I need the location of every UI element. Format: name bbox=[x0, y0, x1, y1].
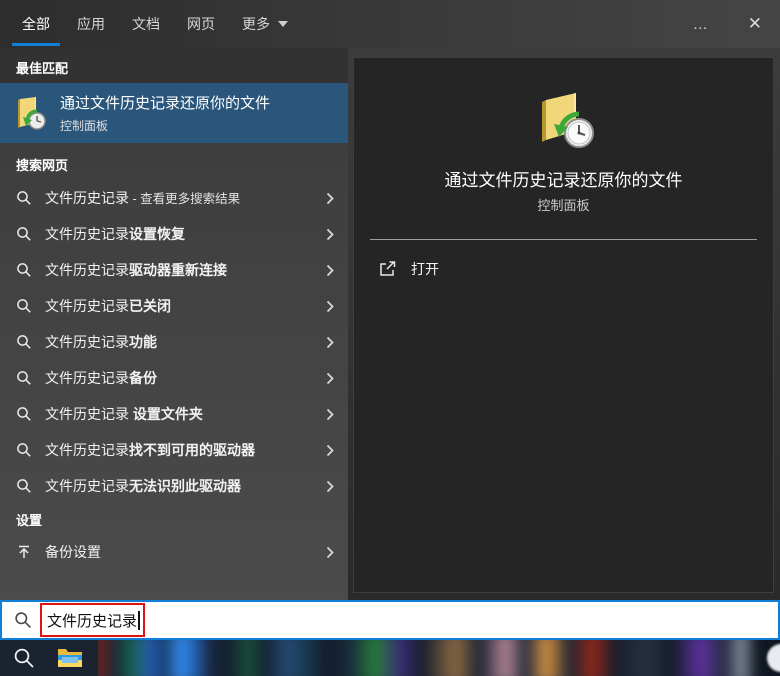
tab-list: 全部 应用 文档 网页 更多 bbox=[12, 0, 288, 48]
search-icon bbox=[14, 611, 32, 629]
insert-suggestion-button[interactable] bbox=[324, 296, 336, 317]
tab-all[interactable]: 全部 bbox=[12, 0, 60, 48]
file-explorer-icon bbox=[58, 649, 82, 667]
text-caret bbox=[138, 610, 141, 630]
tab-more-label: 更多 bbox=[242, 16, 270, 32]
insert-suggestion-button[interactable] bbox=[324, 188, 336, 209]
web-suggestion-row[interactable]: 文件历史记录找不到可用的驱动器 bbox=[0, 432, 348, 468]
search-icon bbox=[16, 334, 32, 350]
suggestion-text: 文件历史记录备份 bbox=[45, 370, 157, 386]
search-icon bbox=[16, 478, 32, 494]
taskbar-file-explorer-button[interactable] bbox=[48, 640, 92, 676]
web-suggestion-row[interactable]: 文件历史记录功能 bbox=[0, 324, 348, 360]
settings-header: 设置 bbox=[16, 513, 43, 528]
tab-selected-underline bbox=[12, 43, 60, 46]
search-icon bbox=[16, 406, 32, 422]
web-suggestion-row[interactable]: 文件历史记录设置恢复 bbox=[0, 216, 348, 252]
suggestion-text: 文件历史记录找不到可用的驱动器 bbox=[45, 442, 255, 458]
best-match-header: 最佳匹配 bbox=[16, 61, 69, 76]
preview-panel: 通过文件历史记录还原你的文件 控制面板 打开 bbox=[348, 48, 780, 600]
tab-more[interactable]: 更多 bbox=[242, 0, 288, 48]
results-panel: 最佳匹配 通过文件历史记录还原你的文件 控制面板 搜索网页 文件历史记录 - 查… bbox=[0, 48, 348, 600]
insert-suggestion-button[interactable] bbox=[324, 224, 336, 245]
insert-suggestion-button[interactable] bbox=[324, 368, 336, 389]
best-match-subtitle: 控制面板 bbox=[60, 119, 109, 133]
insert-suggestion-button[interactable] bbox=[324, 476, 336, 497]
suggestion-text: 备份设置 bbox=[45, 544, 101, 560]
settings-suggestion-row[interactable]: 备份设置 bbox=[0, 534, 348, 570]
search-icon bbox=[16, 442, 32, 458]
tab-web[interactable]: 网页 bbox=[187, 0, 215, 48]
preview-subtitle: 控制面板 bbox=[537, 198, 590, 213]
taskbar bbox=[0, 640, 780, 676]
file-history-folder-icon bbox=[542, 93, 594, 148]
backup-up-arrow-icon bbox=[16, 544, 32, 560]
blurred-taskbar-thumbnails bbox=[98, 640, 780, 676]
suggestion-text: 文件历史记录 - 查看更多搜索结果 bbox=[45, 190, 241, 206]
search-icon bbox=[16, 298, 32, 314]
tab-web-label: 网页 bbox=[187, 16, 215, 32]
web-suggestion-row[interactable]: 文件历史记录备份 bbox=[0, 360, 348, 396]
best-match-section: 最佳匹配 bbox=[0, 48, 348, 83]
suggestion-text: 文件历史记录驱动器重新连接 bbox=[45, 262, 227, 278]
search-icon bbox=[14, 648, 34, 668]
tab-documents[interactable]: 文档 bbox=[132, 0, 160, 48]
suggestion-text: 文件历史记录设置恢复 bbox=[45, 226, 185, 242]
chevron-down-icon bbox=[278, 21, 288, 27]
suggestion-text: 文件历史记录 设置文件夹 bbox=[45, 406, 203, 422]
open-action-label: 打开 bbox=[411, 261, 439, 277]
search-icon bbox=[16, 370, 32, 386]
insert-suggestion-button[interactable] bbox=[324, 440, 336, 461]
tab-apps-label: 应用 bbox=[77, 16, 105, 32]
insert-suggestion-button[interactable] bbox=[324, 542, 336, 563]
suggestion-text: 文件历史记录无法识别此驱动器 bbox=[45, 478, 241, 494]
close-button[interactable]: ✕ bbox=[738, 8, 772, 40]
web-suggestion-row[interactable]: 文件历史记录 - 查看更多搜索结果 bbox=[0, 180, 348, 216]
more-options-button[interactable]: … bbox=[679, 10, 724, 39]
tab-documents-label: 文档 bbox=[132, 16, 160, 32]
search-icon bbox=[16, 190, 32, 206]
open-external-icon bbox=[380, 261, 396, 276]
suggestion-text: 文件历史记录功能 bbox=[45, 334, 157, 350]
preview-card: 通过文件历史记录还原你的文件 控制面板 打开 bbox=[353, 57, 774, 593]
suggestion-list: 搜索网页 文件历史记录 - 查看更多搜索结果 文件历史记录设置恢复 文件历史记录… bbox=[0, 143, 348, 600]
insert-suggestion-button[interactable] bbox=[324, 404, 336, 425]
red-annotation-box: 文件历史记录 bbox=[40, 603, 146, 637]
best-match-title: 通过文件历史记录还原你的文件 bbox=[60, 95, 271, 112]
search-web-header: 搜索网页 bbox=[16, 158, 69, 173]
search-input[interactable]: 文件历史记录 bbox=[0, 600, 780, 640]
divider bbox=[370, 239, 757, 240]
insert-suggestion-button[interactable] bbox=[324, 260, 336, 281]
taskbar-search-button[interactable] bbox=[2, 640, 46, 676]
suggestion-text: 文件历史记录已关闭 bbox=[45, 298, 171, 314]
search-input-value: 文件历史记录 bbox=[47, 612, 138, 630]
search-icon bbox=[16, 226, 32, 242]
tab-apps[interactable]: 应用 bbox=[77, 0, 105, 48]
web-suggestion-row[interactable]: 文件历史记录无法识别此驱动器 bbox=[0, 468, 348, 504]
tab-all-label: 全部 bbox=[22, 16, 50, 32]
file-history-folder-icon bbox=[18, 97, 46, 130]
best-match-result[interactable]: 通过文件历史记录还原你的文件 控制面板 bbox=[0, 83, 348, 143]
web-suggestion-row[interactable]: 文件历史记录 设置文件夹 bbox=[0, 396, 348, 432]
open-action[interactable]: 打开 bbox=[378, 254, 439, 284]
preview-title: 通过文件历史记录还原你的文件 bbox=[444, 171, 683, 190]
search-icon bbox=[16, 262, 32, 278]
search-flyout-tab-bar: 全部 应用 文档 网页 更多 … ✕ bbox=[0, 0, 780, 48]
insert-suggestion-button[interactable] bbox=[324, 332, 336, 353]
web-suggestion-row[interactable]: 文件历史记录驱动器重新连接 bbox=[0, 252, 348, 288]
web-suggestion-row[interactable]: 文件历史记录已关闭 bbox=[0, 288, 348, 324]
